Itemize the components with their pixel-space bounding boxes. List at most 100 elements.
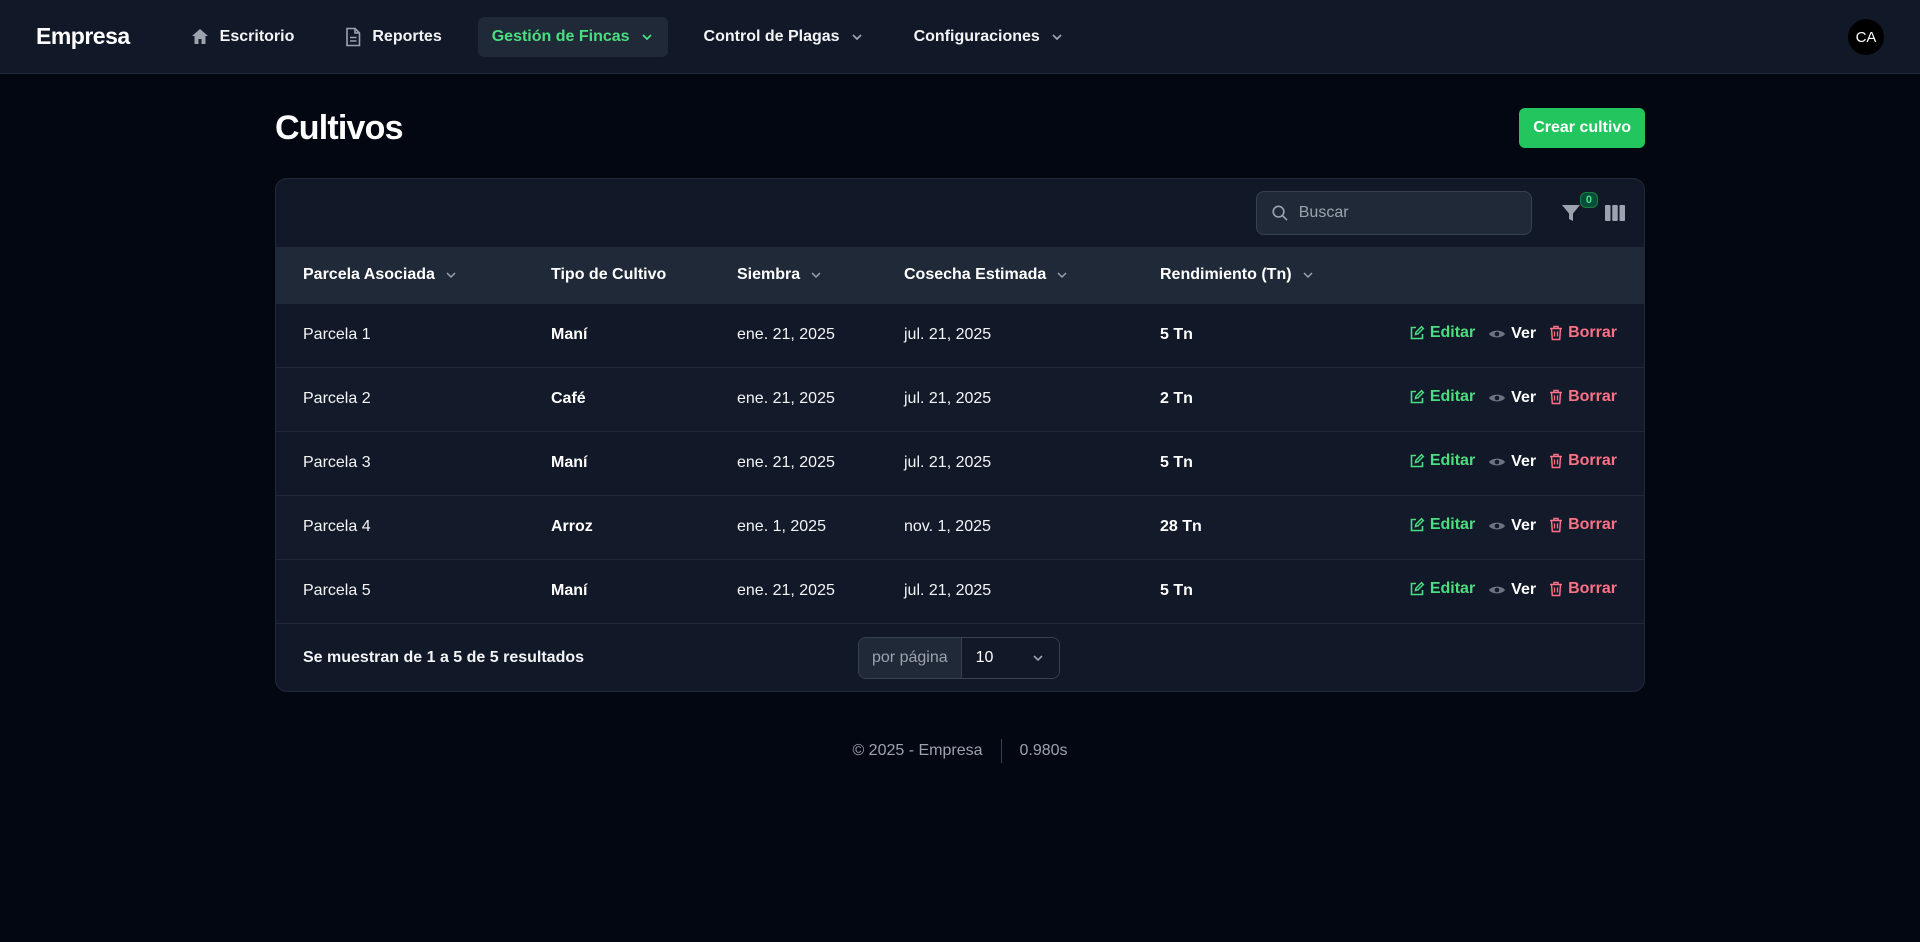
table-header-row: Parcela Asociada Tipo de Cultivo Siembra…	[276, 247, 1644, 303]
nav-item-gestion-de-fincas[interactable]: Gestión de Fincas	[477, 16, 668, 57]
view-label: Ver	[1511, 581, 1537, 599]
cell-siembra: ene. 21, 2025	[737, 582, 835, 600]
cell-siembra: ene. 21, 2025	[737, 326, 835, 343]
create-crop-button[interactable]: Crear cultivo	[1519, 108, 1645, 148]
cell-cosecha: jul. 21, 2025	[904, 454, 992, 471]
page-footer: © 2025 - Empresa 0.980s	[275, 739, 1645, 763]
render-time: 0.980s	[1019, 742, 1068, 759]
delete-button[interactable]: Borrar	[1549, 324, 1617, 342]
table-row: Parcela 1 Maní ene. 21, 2025 jul. 21, 2025 5…	[276, 303, 1644, 367]
cell-cosecha: jul. 21, 2025	[904, 326, 992, 343]
nav-item-label: Control de Plagas	[703, 27, 840, 45]
chevron-down-icon	[1057, 272, 1067, 278]
view-button[interactable]: Ver	[1488, 325, 1536, 343]
columns-icon	[1605, 205, 1625, 221]
cell-actions: Editar Ver Borrar	[1363, 495, 1644, 559]
main-nav: Escritorio Reportes Gestión de Fincas Co…	[176, 16, 1092, 57]
column-header-rendimiento[interactable]: Rendimiento (Tn)	[1133, 247, 1363, 303]
document-icon	[346, 27, 361, 46]
filter-icon	[1562, 205, 1580, 221]
cell-tipo: Maní	[551, 326, 588, 343]
delete-button[interactable]: Borrar	[1549, 452, 1617, 470]
column-header-siembra[interactable]: Siembra	[710, 247, 877, 303]
view-label: Ver	[1511, 517, 1537, 534]
delete-label: Borrar	[1568, 324, 1617, 341]
trash-icon	[1550, 582, 1563, 597]
edit-label: Editar	[1429, 324, 1476, 341]
cell-actions: Editar Ver Borrar	[1363, 367, 1644, 431]
cell-cosecha: nov. 1, 2025	[904, 518, 991, 535]
cell-cosecha: jul. 21, 2025	[904, 582, 992, 600]
eye-icon	[1489, 330, 1506, 338]
cell-siembra: ene. 1, 2025	[737, 518, 826, 535]
nav-item-control-de-plagas[interactable]: Control de Plagas	[690, 17, 878, 57]
edit-label: Editar	[1429, 388, 1476, 405]
edit-icon	[1410, 325, 1425, 340]
edit-button[interactable]: Editar	[1409, 324, 1475, 342]
edit-label: Editar	[1429, 516, 1476, 533]
table-row: Parcela 3 Maní ene. 21, 2025 jul. 21, 2025 5…	[276, 431, 1644, 495]
table-row: Parcela 2 Café ene. 21, 2025 jul. 21, 2025 2…	[276, 367, 1644, 431]
column-header-cosecha[interactable]: Cosecha Estimada	[877, 247, 1133, 303]
delete-button[interactable]: Borrar	[1549, 580, 1617, 598]
trash-icon	[1550, 325, 1563, 341]
nav-item-reportes[interactable]: Reportes	[330, 17, 455, 57]
nav-item-label: Reportes	[372, 27, 442, 45]
per-page-value: 10	[975, 649, 994, 666]
page-header: Cultivos Crear cultivo	[275, 108, 1645, 148]
cell-parcela: Parcela 1	[303, 326, 371, 343]
trash-icon	[1550, 389, 1563, 405]
nav-item-escritorio[interactable]: Escritorio	[176, 17, 309, 57]
table-row: Parcela 5 Maní ene. 21, 2025 jul. 21, 2025 5…	[276, 559, 1644, 623]
delete-button[interactable]: Borrar	[1549, 388, 1617, 406]
cell-tipo: Maní	[551, 582, 588, 600]
footer-divider	[1000, 739, 1002, 763]
table-footer: Se muestran de 1 a 5 de 5 resultados por…	[276, 623, 1644, 691]
crops-table: Parcela Asociada Tipo de Cultivo Siembra…	[276, 247, 1644, 623]
user-avatar[interactable]: CA	[1848, 19, 1884, 55]
crops-table-card: 0 Parcela Asociada Tipo de Cultivo Siemb…	[275, 178, 1645, 692]
cell-tipo: Arroz	[551, 518, 593, 535]
cell-parcela: Parcela 3	[303, 454, 371, 471]
cell-rendimiento: 2 Tn	[1160, 390, 1193, 407]
edit-label: Editar	[1429, 452, 1476, 469]
edit-button[interactable]: Editar	[1409, 388, 1475, 406]
eye-icon	[1489, 458, 1506, 466]
edit-icon	[1410, 581, 1425, 596]
columns-toggle-button[interactable]	[1604, 203, 1626, 223]
edit-icon	[1410, 517, 1425, 532]
view-label: Ver	[1511, 389, 1537, 406]
filter-button[interactable]: 0	[1560, 192, 1598, 224]
brand-logo[interactable]: Empresa	[36, 23, 130, 50]
home-icon	[191, 28, 208, 44]
nav-item-configuraciones[interactable]: Configuraciones	[900, 17, 1078, 57]
copyright-text: © 2025 - Empresa	[852, 742, 983, 759]
cell-rendimiento: 5 Tn	[1160, 454, 1193, 471]
filter-count-badge: 0	[1579, 192, 1598, 208]
edit-button[interactable]: Editar	[1409, 516, 1475, 534]
cell-actions: Editar Ver Borrar	[1363, 431, 1644, 495]
edit-button[interactable]: Editar	[1409, 452, 1475, 470]
column-header-tipo: Tipo de Cultivo	[551, 265, 667, 283]
search-input[interactable]	[1298, 204, 1517, 222]
chevron-down-icon	[851, 33, 862, 40]
view-button[interactable]: Ver	[1488, 581, 1536, 599]
edit-label: Editar	[1429, 580, 1476, 598]
delete-label: Borrar	[1568, 580, 1617, 598]
search-box	[1256, 191, 1532, 235]
top-navbar: Empresa Escritorio Reportes Gestión de F…	[0, 0, 1920, 74]
nav-item-label: Gestión de Fincas	[491, 27, 630, 45]
search-icon	[1272, 205, 1288, 221]
cell-siembra: ene. 21, 2025	[737, 390, 835, 407]
per-page-select[interactable]: 10	[961, 638, 1059, 678]
cell-rendimiento: 28 Tn	[1160, 518, 1202, 535]
trash-icon	[1550, 517, 1563, 533]
edit-button[interactable]: Editar	[1409, 580, 1475, 598]
view-button[interactable]: Ver	[1488, 389, 1536, 407]
delete-button[interactable]: Borrar	[1549, 516, 1617, 534]
cell-cosecha: jul. 21, 2025	[904, 390, 992, 407]
view-button[interactable]: Ver	[1488, 453, 1536, 471]
column-header-parcela[interactable]: Parcela Asociada	[276, 247, 524, 303]
trash-icon	[1550, 453, 1563, 469]
view-button[interactable]: Ver	[1488, 517, 1536, 535]
